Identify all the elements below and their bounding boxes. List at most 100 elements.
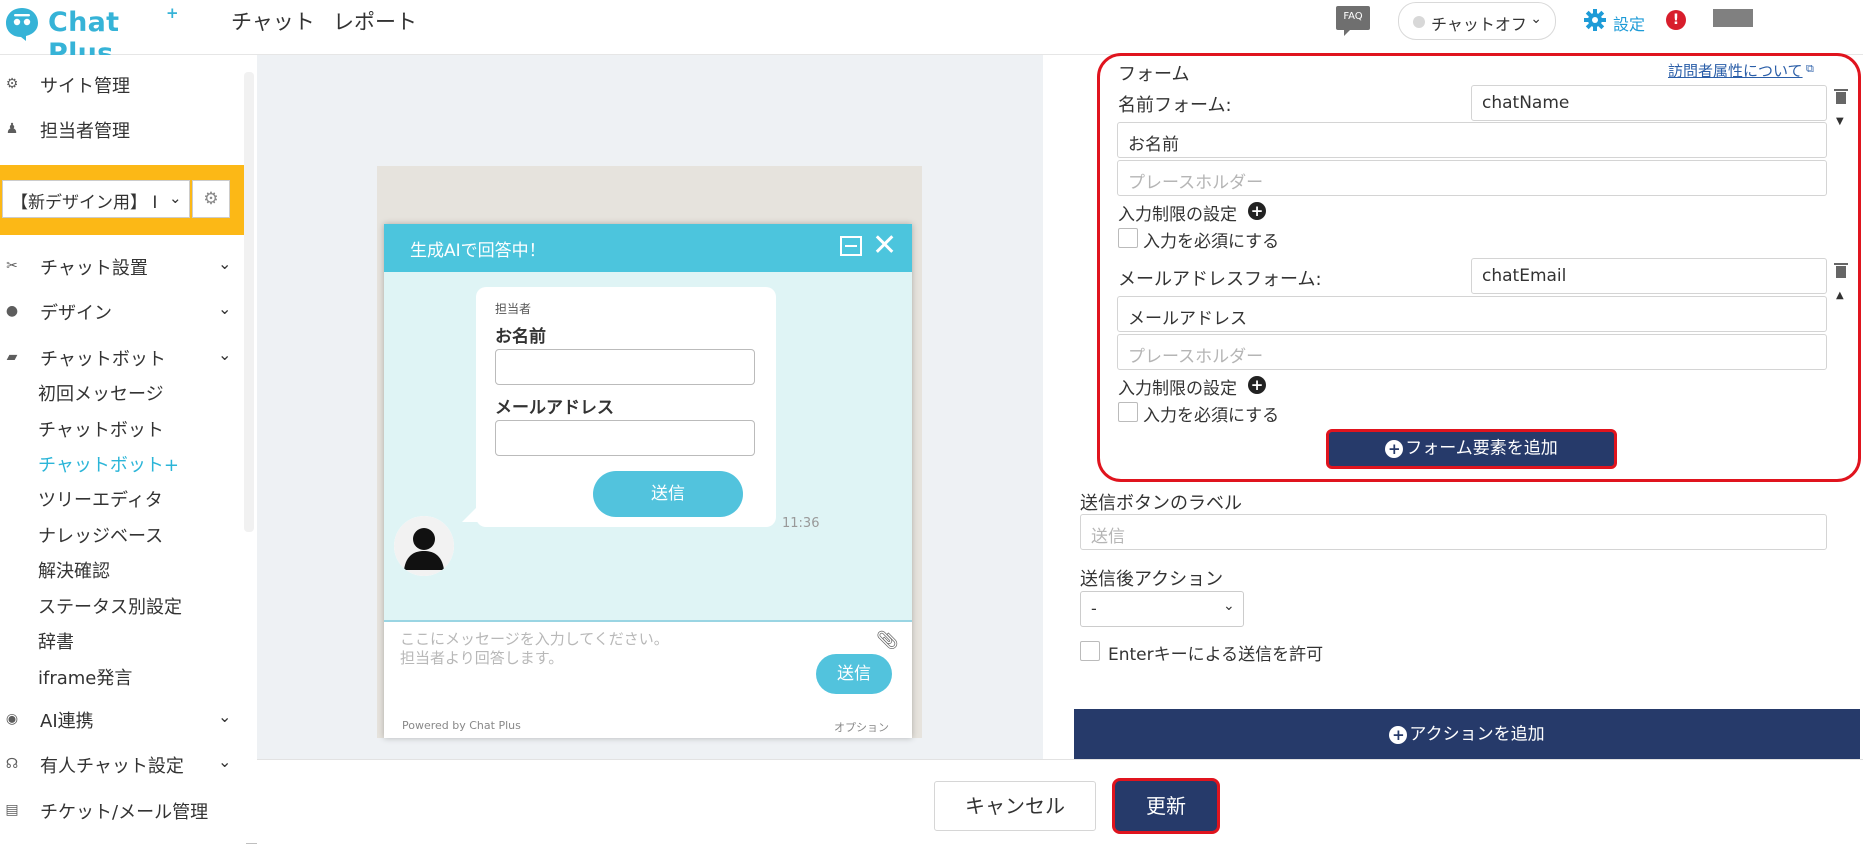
trash-icon[interactable] <box>1834 261 1848 279</box>
trash-icon[interactable] <box>1834 87 1848 105</box>
enter-send-checkbox[interactable] <box>1080 641 1100 661</box>
add-restriction-icon[interactable]: + <box>1248 202 1266 220</box>
sidebar-sub-first-message[interactable]: 初回メッセージ <box>38 380 164 406</box>
minimize-icon[interactable] <box>840 236 862 256</box>
chevron-down-icon: ⌄ <box>218 345 232 364</box>
settings-label: 設定 <box>1613 15 1646 34</box>
email-placeholder-hint: プレースホルダー <box>1128 347 1264 367</box>
sidebar-item-ticket-mail[interactable]: ▤ チケット/メール管理 <box>0 792 240 832</box>
site-settings-gear-icon[interactable]: ⚙ <box>192 180 230 218</box>
app-logo[interactable]: Chat Plus + <box>4 4 184 69</box>
email-label-input[interactable]: メールアドレス <box>1117 296 1827 332</box>
sidebar-scrollbar[interactable] <box>244 72 254 532</box>
chat-status-select[interactable]: チャットオフ ⌄ <box>1398 2 1556 40</box>
sidebar-item-label: チャットボット <box>40 349 166 370</box>
email-key-input[interactable]: chatEmail <box>1471 258 1827 294</box>
ticket-icon: ▤ <box>5 802 19 818</box>
site-selector-panel: 【新デザイン用】 I ⌄ ⚙ <box>0 165 245 235</box>
site-select[interactable]: 【新デザイン用】 I ⌄ <box>2 180 190 218</box>
sidebar-sub-status-settings[interactable]: ステータス別設定 <box>38 593 182 619</box>
sidebar-sub-iframe[interactable]: iframe発言 <box>38 664 132 690</box>
update-button[interactable]: 更新 <box>1112 778 1220 834</box>
status-label: チャットオフ <box>1431 15 1527 34</box>
chevron-down-icon: ⌄ <box>218 254 232 273</box>
name-key-input[interactable]: chatName <box>1471 85 1827 121</box>
name-placeholder-input[interactable]: プレースホルダー <box>1117 160 1827 196</box>
sidebar-item-label: 有人チャット設定 <box>40 756 184 777</box>
sidebar-item-design[interactable]: ● デザイン ⌄ <box>0 293 240 333</box>
send-label-title: 送信ボタンのラベル <box>1080 493 1242 514</box>
message-time: 11:36 <box>782 516 820 531</box>
name-label-input[interactable]: お名前 <box>1117 122 1827 158</box>
user-gear-icon: ♟ <box>5 121 19 137</box>
agent-name: 担当者 <box>495 302 532 316</box>
chevron-down-icon: ⌄ <box>218 707 232 726</box>
sidebar-item-label: サイト管理 <box>40 76 130 97</box>
send-label-placeholder: 送信 <box>1091 527 1125 547</box>
status-dot-icon <box>1413 16 1425 28</box>
close-icon[interactable]: ✕ <box>872 228 897 264</box>
sidebar-item-ai[interactable]: ◉ AI連携 ⌄ <box>0 701 240 741</box>
top-header: Chat Plus + チャット レポート FAQ チャットオフ ⌄ 設定 ! <box>0 0 1863 69</box>
form-title: フォーム <box>1118 64 1190 85</box>
after-action-select[interactable]: - ⌄ <box>1080 591 1244 627</box>
name-field-label: お名前 <box>495 327 546 347</box>
paperclip-icon[interactable]: 📎︎ <box>876 630 899 651</box>
chat-input-placeholder[interactable]: ここにメッセージを入力してください。 担当者より回答します。 <box>400 630 740 668</box>
sidebar-sub-chatbot[interactable]: チャットボット <box>38 416 164 442</box>
sidebar-sub-dictionary[interactable]: 辞書 <box>38 628 74 654</box>
sidebar-item-chatbot[interactable]: ▰ チャットボット ⌄ <box>0 339 240 379</box>
sidebar-sub-chatbot-plus[interactable]: チャットボット+ <box>38 451 179 477</box>
visitor-attributes-link[interactable]: 訪問者属性について <box>1668 60 1803 81</box>
preview-email-input[interactable] <box>495 420 755 456</box>
add-restriction-icon[interactable]: + <box>1248 376 1266 394</box>
sidebar-item-label: チケット/メール管理 <box>40 802 209 823</box>
add-form-element-button[interactable]: + フォーム要素を追加 <box>1326 429 1617 469</box>
alert-icon[interactable]: ! <box>1666 10 1686 30</box>
name-restriction-label: 入力制限の設定 <box>1118 205 1237 225</box>
move-down-icon[interactable]: ▼ <box>1836 116 1844 127</box>
sidebar-item-chat-install[interactable]: ✂ チャット設置 ⌄ <box>0 248 240 288</box>
cancel-button[interactable]: キャンセル <box>934 781 1096 831</box>
nav-report[interactable]: レポート <box>333 6 417 36</box>
chat-body: 担当者 お名前 メールアドレス 送信 11:36 <box>384 272 912 620</box>
user-menu[interactable] <box>1713 9 1753 27</box>
add-action-button[interactable]: + アクションを追加 <box>1074 709 1860 759</box>
email-form-label: メールアドレスフォーム: <box>1118 269 1322 290</box>
chat-title: 生成AIで回答中！ <box>410 241 546 261</box>
email-restriction-label: 入力制限の設定 <box>1118 379 1237 399</box>
email-placeholder-input[interactable]: プレースホルダー <box>1117 334 1827 370</box>
nav-chat[interactable]: チャット <box>231 6 315 36</box>
send-label-input[interactable]: 送信 <box>1080 514 1827 550</box>
add-form-element-label: フォーム要素を追加 <box>1405 438 1558 459</box>
move-up-icon[interactable]: ▲ <box>1836 290 1844 301</box>
sidebar-item-live-chat[interactable]: ☊ 有人チャット設定 ⌄ <box>0 746 240 786</box>
sidebar-item-agent-management[interactable]: ♟ 担当者管理 <box>0 111 240 151</box>
chat-send-button[interactable]: 送信 <box>816 654 892 694</box>
plus-circle-icon: + <box>1389 725 1408 744</box>
powered-by: Powered by Chat Plus <box>402 719 521 732</box>
chat-input-area: ここにメッセージを入力してください。 担当者より回答します。 📎︎ 送信 Pow… <box>384 620 912 738</box>
sidebar-sub-tree-editor[interactable]: ツリーエディタ <box>38 486 163 512</box>
faq-icon[interactable]: FAQ <box>1336 6 1370 36</box>
name-required-label: 入力を必須にする <box>1143 232 1280 252</box>
sidebar-item-site-management[interactable]: ⚙ サイト管理 <box>0 66 240 106</box>
email-required-checkbox[interactable] <box>1118 402 1138 422</box>
after-action-value: - <box>1091 599 1097 618</box>
option-link[interactable]: オプション <box>834 719 889 735</box>
preview-form-send-button[interactable]: 送信 <box>593 471 743 517</box>
email-field-label: メールアドレス <box>495 398 614 418</box>
email-label-value: メールアドレス <box>1128 309 1247 329</box>
sidebar-item-label: 担当者管理 <box>40 121 130 142</box>
agent-avatar <box>394 516 454 576</box>
sidebar-sub-knowledge-base[interactable]: ナレッジベース <box>38 522 163 548</box>
gears-icon: ⚙ <box>5 76 19 92</box>
preview-name-input[interactable] <box>495 349 755 385</box>
site-select-value: 【新デザイン用】 I <box>11 193 158 213</box>
name-form-label: 名前フォーム: <box>1118 95 1232 116</box>
form-message-bubble: 担当者 お名前 メールアドレス 送信 <box>476 287 776 527</box>
chevron-down-icon: ⌄ <box>1530 11 1542 27</box>
sidebar-sub-resolution-check[interactable]: 解決確認 <box>38 557 110 583</box>
gear-icon <box>1584 9 1606 31</box>
name-required-checkbox[interactable] <box>1118 228 1138 248</box>
